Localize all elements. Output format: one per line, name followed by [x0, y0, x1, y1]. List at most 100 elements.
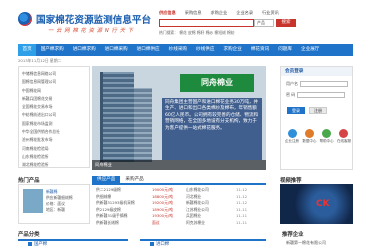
site-logo-icon[interactable] — [18, 12, 32, 26]
table-row[interactable]: 供2129级皮棉 18900元/吨 江苏棉业公司 11-11 — [92, 207, 266, 214]
row-title[interactable]: 供细绒棉 — [92, 194, 152, 201]
nav-item-showroom[interactable]: 企业展厅 — [297, 44, 324, 56]
nav-item-home[interactable]: 首页 — [18, 44, 37, 56]
list-item[interactable]: 山东棉花检验所 — [22, 153, 86, 161]
login-title: 会员登录 — [281, 67, 352, 76]
search-button[interactable]: 搜索 — [276, 19, 296, 27]
product-category-title: 产品分类 — [18, 232, 40, 238]
banner-caption[interactable]: 同舟棉业 — [92, 160, 266, 170]
row-company[interactable]: 兵团棉业 — [186, 213, 236, 220]
nav-item-cotton-news[interactable]: 棉花资讯 — [246, 44, 273, 56]
quick-link-register[interactable]: 企业注册 — [285, 129, 299, 144]
product-info: 新疆棉 供应新疆细绒棉 价格：面议 地区：新疆 — [46, 189, 88, 213]
row-company[interactable]: 江苏棉业公司 — [186, 207, 236, 214]
row-date: 11-11 — [236, 219, 248, 225]
row-date: 11-12 — [236, 200, 248, 206]
username-label: 用户名 — [286, 81, 298, 86]
quick-link-service[interactable]: 在线客服 — [337, 129, 351, 144]
list-item[interactable]: 中华全国供销合作总社 — [22, 128, 86, 136]
list-item[interactable]: 中储棉信息网络公司 — [22, 70, 86, 78]
site-title[interactable]: 国家棉花资源监测信息平台 — [36, 12, 151, 26]
login-button[interactable]: 登录 — [287, 107, 305, 114]
list-item[interactable]: 湖北棉花检验所 — [22, 161, 86, 169]
list-item[interactable]: 新疆兵团棉花交易 — [22, 95, 86, 103]
hot-keywords[interactable]: 热门搜索： 棉花 皮棉 棉籽 棉纱 棉短绒 棉纺 — [159, 30, 235, 36]
supply-tabs: 供应产品 采购产品 — [92, 176, 266, 185]
register-button[interactable]: 注册 — [309, 107, 327, 114]
quick-link-label: 企业注册 — [285, 139, 299, 143]
table-row[interactable]: 供新疆31293级机采棉 19200元/吨 新疆棉花公司 11-12 — [92, 200, 266, 207]
quick-link-label: 帮助中心 — [319, 139, 334, 143]
building-image — [134, 88, 152, 162]
video-player[interactable]: CK — [280, 184, 353, 224]
list-item[interactable]: 河南棉花检验局 — [22, 145, 86, 153]
supply-list: 供二2129级棉 19000元/吨 山东棉花公司 11-12 供细绒棉 1880… — [92, 187, 266, 227]
search-tab-buyers[interactable]: 求购企业 — [211, 10, 228, 18]
row-price: 19000元/吨 — [152, 187, 173, 192]
hot-product-card[interactable]: 新疆棉 供应新疆细绒棉 价格：面议 地区：新疆 — [18, 184, 90, 224]
row-date: 11-11 — [236, 213, 248, 219]
product-region: 地区：新疆 — [46, 207, 65, 212]
row-date: 11-11 — [236, 206, 248, 212]
password-field[interactable] — [297, 92, 346, 98]
category-import[interactable]: 进口棉 — [140, 239, 266, 248]
search-category-tabs: 供应信息 采购信息 求购企业 企业名录 行业资讯 — [159, 10, 279, 18]
row-title[interactable]: 供新疆31级手摘棉 — [92, 213, 152, 220]
nav-item-yarn-purchase[interactable]: 纱线采购 — [164, 44, 191, 56]
table-row[interactable]: 供新疆长绒棉 面议 阿克苏棉业 11-11 — [92, 220, 266, 227]
nav-item-import-supply[interactable]: 进口棉供应 — [132, 44, 164, 56]
list-item[interactable]: 中纺棉纺进出口公司 — [22, 111, 86, 119]
tab-purchase[interactable]: 采购产品 — [120, 176, 148, 183]
row-company[interactable]: 河北棉业 — [186, 194, 236, 201]
register-icon — [287, 129, 297, 138]
row-company[interactable]: 新疆棉花公司 — [186, 200, 236, 207]
search-input[interactable] — [159, 19, 254, 27]
table-row[interactable]: 供二2129级棉 19000元/吨 山东棉花公司 11-12 — [92, 187, 266, 194]
row-company[interactable]: 阿克苏棉业 — [186, 220, 236, 227]
category-domestic[interactable]: 国产棉 — [18, 239, 128, 248]
search-tab-news[interactable]: 行业资讯 — [262, 10, 279, 18]
search-tab-supply[interactable]: 供应信息 — [159, 10, 176, 18]
quick-link-data[interactable]: 数据中心 — [302, 129, 316, 144]
list-item[interactable]: 国家棉花市场监测 — [22, 120, 86, 128]
row-title[interactable]: 供新疆长绒棉 — [92, 220, 152, 227]
list-item[interactable]: 全国棉花交易市场 — [22, 103, 86, 111]
row-title[interactable]: 供新疆31293级机采棉 — [92, 200, 152, 207]
row-title[interactable]: 供二2129级棉 — [92, 187, 152, 194]
nav-item-buyers[interactable]: 求购企业 — [219, 44, 246, 56]
search-tab-purchase[interactable]: 采购信息 — [185, 10, 202, 18]
nav-item-domestic-buy[interactable]: 国产棉求购 — [36, 44, 68, 56]
row-company[interactable]: 山东棉花公司 — [186, 187, 236, 194]
hero-banner[interactable]: 同舟棉业 同舟集团主营国产和进口棉花业务30万吨，并生产、进口和出口各类棉纱及棉… — [92, 66, 266, 170]
hot-products-title: 热门产品 — [18, 178, 40, 184]
help-icon — [322, 129, 332, 138]
table-row[interactable]: 供新疆31级手摘棉 19300元/吨 兵团棉业 11-11 — [92, 213, 266, 220]
tab-supply[interactable]: 供应产品 — [92, 176, 121, 183]
data-icon — [304, 129, 314, 138]
table-row[interactable]: 供细绒棉 18800元/吨 河北棉业 11-12 — [92, 194, 266, 201]
recommended-company-link[interactable]: 新疆第一棉花有限公司 — [280, 239, 353, 248]
nav-item-import-buy[interactable]: 进口棉求购 — [68, 44, 100, 56]
recommended-companies-title: 推荐企业 — [282, 232, 304, 238]
username-field[interactable] — [300, 81, 348, 87]
building-image — [100, 72, 134, 162]
product-thumbnail[interactable] — [23, 189, 43, 213]
row-price: 19200元/吨 — [152, 200, 173, 206]
nav-item-faq[interactable]: 问题库 — [274, 44, 297, 56]
list-item[interactable]: 国棉信息网管理公司 — [22, 78, 86, 86]
row-price: 19300元/吨 — [152, 213, 173, 219]
quick-links: 企业注册 数据中心 帮助中心 在线客服 — [285, 129, 351, 144]
service-icon — [339, 129, 349, 138]
list-item[interactable]: 中国棉花网 — [22, 87, 86, 95]
partner-link-list: 中储棉信息网络公司 国棉信息网管理公司 中国棉花网 新疆兵团棉花交易 全国棉花交… — [18, 66, 90, 168]
search-tab-directory[interactable]: 企业名录 — [236, 10, 253, 18]
nav-item-import-purchase[interactable]: 进口棉采购 — [100, 44, 132, 56]
row-title[interactable]: 供2129级皮棉 — [92, 207, 152, 214]
search-scope-select[interactable]: 产品 — [254, 19, 274, 27]
password-label: 密 码 — [286, 92, 296, 97]
nav-item-yarn-supply[interactable]: 纱线供应 — [192, 44, 219, 56]
quick-link-label: 数据中心 — [302, 139, 317, 143]
list-item[interactable]: 沧州棉花批发市场 — [22, 136, 86, 144]
quick-link-help[interactable]: 帮助中心 — [320, 129, 334, 144]
category-label: 进口棉 — [156, 242, 170, 247]
